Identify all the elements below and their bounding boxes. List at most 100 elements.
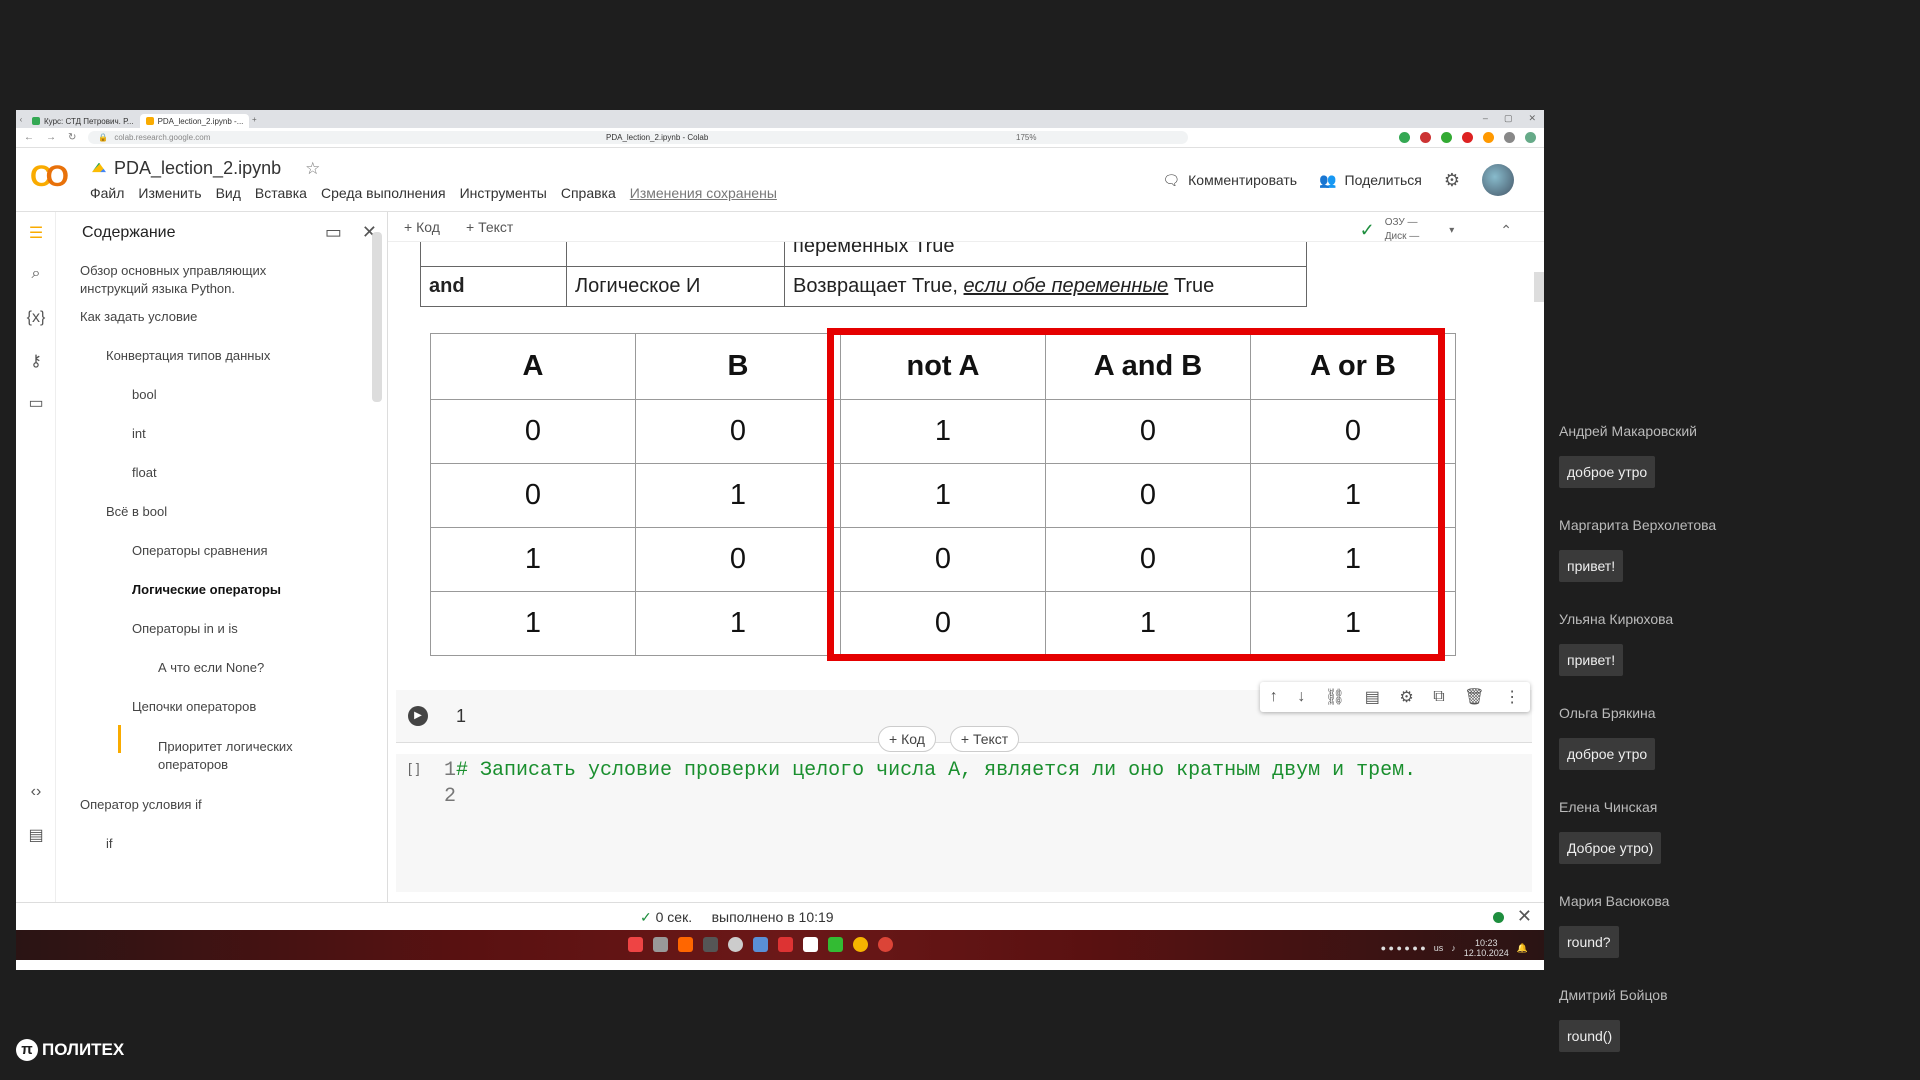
insert-code-button[interactable]: + Код — [878, 726, 936, 752]
forward-icon[interactable]: → — [46, 132, 56, 143]
menu-help[interactable]: Справка — [561, 185, 616, 201]
tray-icons[interactable]: ● ● ● ● ● ● — [1381, 943, 1426, 953]
toc-item[interactable]: Приоритет логических операторов — [158, 738, 328, 774]
comment-button[interactable]: 🗨 Комментировать — [1162, 172, 1297, 189]
address-bar: ← → ↻ 🔒 colab.research.google.com PDA_le… — [16, 128, 1544, 148]
menu-tools[interactable]: Инструменты — [460, 185, 547, 201]
toc-item[interactable]: Конвертация типов данных — [106, 347, 270, 365]
link-icon[interactable]: ⛓ — [1325, 687, 1345, 707]
chevron-up-icon[interactable]: ⌃ — [1500, 222, 1512, 239]
desc-emphasis: если обе переменные — [963, 275, 1169, 297]
folder-icon[interactable]: ▭ — [26, 394, 46, 414]
code-editor[interactable]: 1# Записать условие проверки целого числ… — [444, 758, 1416, 810]
menu-insert[interactable]: Вставка — [255, 185, 307, 201]
gear-icon[interactable]: ⚙ — [1399, 687, 1413, 707]
saved-status[interactable]: Изменения сохранены — [630, 185, 777, 201]
tab-scroll-icon[interactable]: ‹ — [16, 115, 26, 124]
toc-item[interactable]: int — [132, 425, 146, 443]
gear-icon[interactable]: ⚙ — [1444, 170, 1460, 191]
minimize-icon[interactable]: – — [1483, 113, 1488, 124]
app-icon[interactable] — [678, 937, 693, 952]
variables-icon[interactable]: {x} — [26, 308, 46, 328]
taskbar-apps — [628, 937, 893, 952]
extension-icon[interactable] — [1483, 132, 1494, 143]
add-text-button[interactable]: + Текст — [466, 219, 513, 235]
toc-item-active[interactable]: Логические операторы — [132, 581, 281, 599]
close-icon[interactable]: ✕ — [1517, 906, 1532, 927]
app-icon[interactable] — [628, 937, 643, 952]
resources-indicator[interactable]: ✓ ОЗУ — Диск — ▾ ⌃ — [1360, 216, 1512, 244]
status-bar: ✓ 0 сек. выполнено в 10:19 ✕ — [16, 902, 1544, 930]
toc-item[interactable]: А что если None? — [158, 659, 264, 677]
close-window-icon[interactable]: ✕ — [1528, 113, 1536, 124]
search-icon[interactable]: ⌕ — [26, 264, 46, 284]
chrome-icon[interactable] — [853, 937, 868, 952]
back-icon[interactable]: ← — [24, 132, 34, 143]
yandex-icon[interactable] — [803, 937, 818, 952]
avatar[interactable] — [1482, 164, 1514, 196]
chevron-down-icon[interactable]: ▾ — [1449, 225, 1454, 236]
toc-scrollbar[interactable] — [372, 232, 382, 402]
share-button[interactable]: 👥 Поделиться — [1319, 172, 1422, 189]
mirror-cell-icon[interactable]: ⧉ — [1433, 688, 1444, 706]
more-icon[interactable]: ⋮ — [1504, 687, 1520, 707]
comment-icon[interactable]: ▤ — [1365, 687, 1380, 707]
arrow-up-icon[interactable]: ↑ — [1270, 688, 1278, 706]
key-icon[interactable]: ⚷ — [26, 352, 46, 372]
code-snippets-icon[interactable]: ‹› — [26, 782, 46, 802]
reload-icon[interactable]: ↻ — [68, 132, 76, 143]
insert-text-button[interactable]: + Текст — [949, 726, 1020, 752]
maximize-icon[interactable]: ▢ — [1504, 113, 1513, 124]
new-tab-icon[interactable]: + — [249, 115, 259, 124]
menu-edit[interactable]: Изменить — [138, 185, 201, 201]
toc-item[interactable]: Операторы сравнения — [132, 542, 268, 560]
app-icon[interactable] — [828, 937, 843, 952]
status-text: ✓ 0 сек. выполнено в 10:19 — [640, 909, 834, 926]
chrome-icon[interactable] — [878, 937, 893, 952]
table-cell: Логическое И — [566, 266, 785, 307]
clock[interactable]: 10:23 12.10.2024 — [1464, 938, 1509, 958]
toc-item[interactable]: float — [132, 464, 157, 482]
toc-item[interactable]: bool — [132, 386, 157, 404]
mic-icon[interactable]: ♪ — [1451, 943, 1456, 953]
open-in-tab-icon[interactable]: ▭ — [325, 222, 342, 243]
menu-view[interactable]: Вид — [216, 185, 241, 201]
add-code-button[interactable]: + Код — [404, 219, 440, 235]
code-cell[interactable]: [ ] 1# Записать условие проверки целого … — [396, 754, 1532, 892]
shield-icon[interactable] — [1399, 132, 1410, 143]
toc-icon[interactable]: ☰ — [26, 224, 46, 244]
run-cell-brackets[interactable]: [ ] — [408, 760, 420, 776]
extension-icon[interactable] — [1420, 132, 1431, 143]
notebook-name[interactable]: PDA_lection_2.ipynb — [114, 158, 281, 179]
toc-item[interactable]: if — [106, 835, 113, 853]
terminal-icon[interactable] — [703, 937, 718, 952]
arrow-down-icon[interactable]: ↓ — [1297, 688, 1305, 706]
app-icon[interactable] — [728, 937, 743, 952]
extension-icon[interactable] — [1504, 132, 1515, 143]
star-icon[interactable]: ☆ — [305, 159, 320, 179]
toc-item[interactable]: Цепочки операторов — [132, 698, 256, 716]
table-cell: Возвращает True, если обе переменные Tru… — [784, 266, 1307, 307]
trash-icon[interactable]: 🗑 — [1464, 687, 1484, 707]
extension-icon[interactable] — [1462, 132, 1473, 143]
app-icon[interactable] — [753, 937, 768, 952]
toc-item[interactable]: Операторы in и is — [132, 620, 238, 638]
menu-file[interactable]: Файл — [90, 185, 124, 201]
menu-runtime[interactable]: Среда выполнения — [321, 185, 446, 201]
extension-icon[interactable] — [1441, 132, 1452, 143]
play-icon[interactable]: ▶ — [408, 706, 428, 726]
terminal-icon[interactable]: ▤ — [26, 826, 46, 846]
tab-course[interactable]: Курс: СТД Петрович. Р... — [26, 114, 140, 128]
toc-item[interactable]: Обзор основных управляющих инструкций яз… — [80, 262, 310, 298]
keyboard-layout[interactable]: us — [1434, 943, 1444, 953]
zoom-level[interactable]: 175% — [1016, 133, 1036, 142]
files-icon[interactable] — [653, 937, 668, 952]
app-icon[interactable] — [778, 937, 793, 952]
tab-colab[interactable]: PDA_lection_2.ipynb -... — [139, 114, 250, 128]
toc-item[interactable]: Всё в bool — [106, 503, 167, 521]
bell-icon[interactable]: 🔔 — [1517, 943, 1528, 954]
profile-icon[interactable] — [1525, 132, 1536, 143]
notebook-scrollbar[interactable] — [1534, 272, 1544, 302]
toc-item[interactable]: Как задать условие — [80, 308, 197, 326]
toc-item[interactable]: Оператор условия if — [80, 796, 202, 814]
